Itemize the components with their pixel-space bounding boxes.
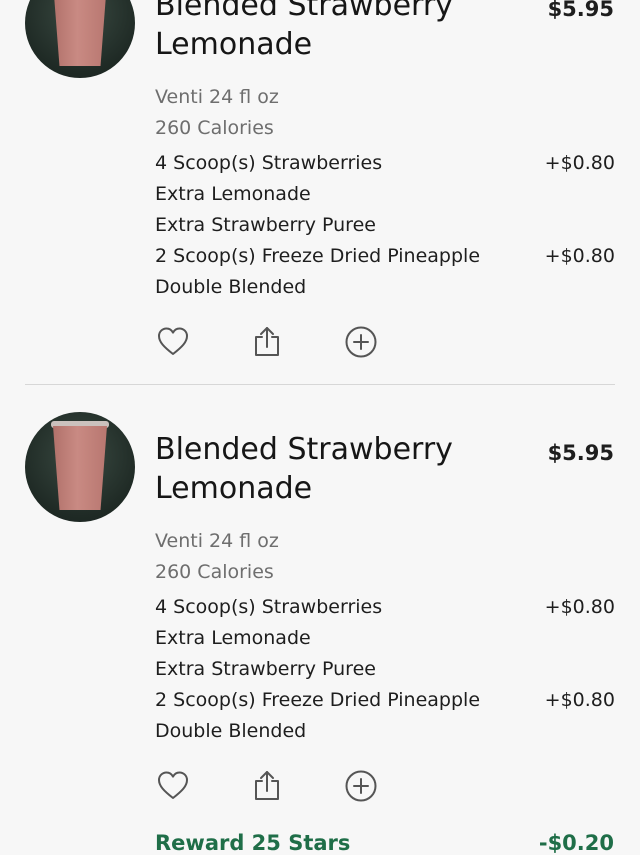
modifier-price: +$0.80 xyxy=(544,245,615,267)
modifier-row: 2 Scoop(s) Freeze Dried Pineapple +$0.80 xyxy=(155,241,615,272)
modifier-label: 2 Scoop(s) Freeze Dried Pineapple xyxy=(155,689,481,711)
item-calories: 260 Calories xyxy=(155,117,274,139)
modifier-row: 4 Scoop(s) Strawberries +$0.80 xyxy=(155,148,615,179)
modifier-list: 4 Scoop(s) Strawberries +$0.80 Extra Lem… xyxy=(155,148,615,303)
drink-thumbnail[interactable] xyxy=(25,0,135,78)
item-divider xyxy=(25,384,615,385)
cart-page: Blended Strawberry Lemonade $5.95 Venti … xyxy=(0,0,640,855)
modifier-label: Extra Lemonade xyxy=(155,183,311,205)
item-price: $5.95 xyxy=(547,441,614,465)
modifier-price: +$0.80 xyxy=(544,596,615,618)
cart-item: Blended Strawberry Lemonade $5.95 Venti … xyxy=(0,400,640,820)
modifier-row: 2 Scoop(s) Freeze Dried Pineapple +$0.80 xyxy=(155,685,615,716)
item-size: Venti 24 fl oz xyxy=(155,530,279,552)
item-name[interactable]: Blended Strawberry Lemonade xyxy=(155,430,485,508)
heart-icon xyxy=(158,327,188,355)
modifier-row: Double Blended xyxy=(155,272,615,303)
add-circle-icon xyxy=(345,326,377,358)
share-icon xyxy=(255,771,279,800)
modifier-label: Double Blended xyxy=(155,276,307,298)
item-calories: 260 Calories xyxy=(155,561,274,583)
reward-label: Reward 25 Stars xyxy=(155,831,351,855)
modifier-label: Double Blended xyxy=(155,720,307,742)
drink-cup-image xyxy=(53,0,107,66)
modifier-label: 2 Scoop(s) Freeze Dried Pineapple xyxy=(155,245,481,267)
item-price: $5.95 xyxy=(547,0,614,21)
heart-icon xyxy=(158,771,188,799)
modifier-price: +$0.80 xyxy=(544,689,615,711)
item-size: Venti 24 fl oz xyxy=(155,86,279,108)
modifier-row: Double Blended xyxy=(155,716,615,747)
share-button[interactable] xyxy=(249,324,285,360)
modifier-price: +$0.80 xyxy=(544,152,615,174)
modifier-label: Extra Strawberry Puree xyxy=(155,658,376,680)
favorite-button[interactable] xyxy=(155,324,191,360)
modifier-row: Extra Strawberry Puree xyxy=(155,654,615,685)
modifier-row: Extra Lemonade xyxy=(155,179,615,210)
modifier-label: Extra Strawberry Puree xyxy=(155,214,376,236)
modifier-row: Extra Strawberry Puree xyxy=(155,210,615,241)
modifier-row: Extra Lemonade xyxy=(155,623,615,654)
modifier-row: 4 Scoop(s) Strawberries +$0.80 xyxy=(155,592,615,623)
item-actions xyxy=(155,322,379,362)
modifier-label: 4 Scoop(s) Strawberries xyxy=(155,152,383,174)
drink-cup-image xyxy=(53,426,107,510)
add-button[interactable] xyxy=(343,768,379,804)
favorite-button[interactable] xyxy=(155,768,191,804)
add-circle-icon xyxy=(345,770,377,802)
item-actions xyxy=(155,766,379,806)
item-name[interactable]: Blended Strawberry Lemonade xyxy=(155,0,485,64)
modifier-label: 4 Scoop(s) Strawberries xyxy=(155,596,383,618)
reward-amount: -$0.20 xyxy=(538,831,614,855)
cart-item: Blended Strawberry Lemonade $5.95 Venti … xyxy=(0,0,640,385)
modifier-list: 4 Scoop(s) Strawberries +$0.80 Extra Lem… xyxy=(155,592,615,747)
drink-thumbnail[interactable] xyxy=(25,412,135,522)
reward-row[interactable]: Reward 25 Stars -$0.20 xyxy=(155,831,614,855)
add-button[interactable] xyxy=(343,324,379,360)
share-button[interactable] xyxy=(249,768,285,804)
modifier-label: Extra Lemonade xyxy=(155,627,311,649)
share-icon xyxy=(255,327,279,356)
